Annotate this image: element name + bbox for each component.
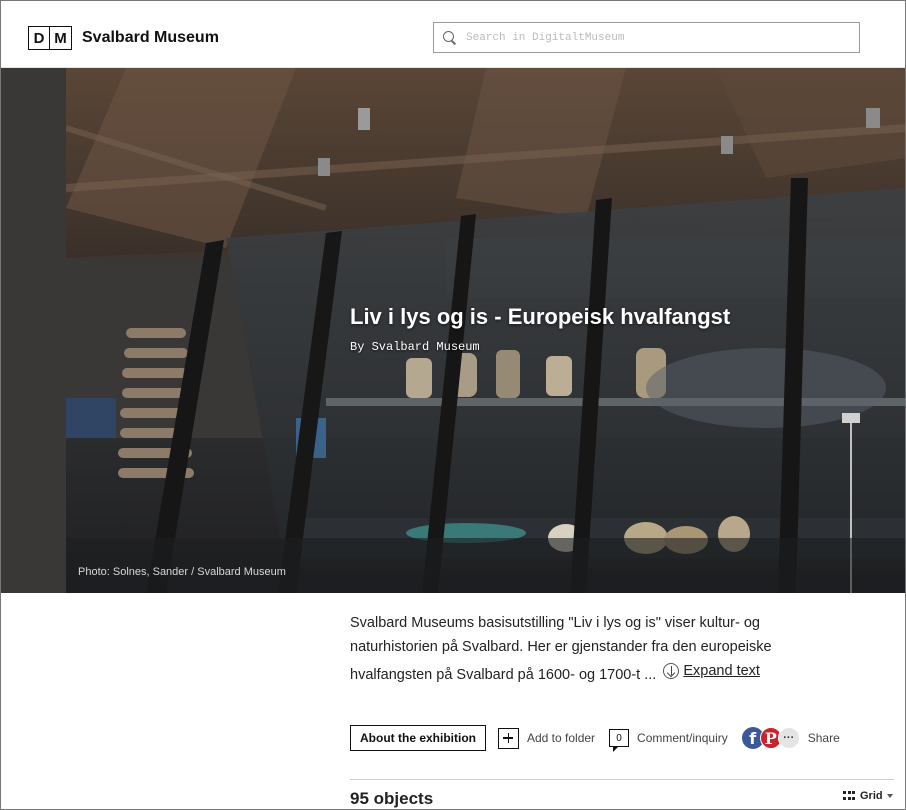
- comment-inquiry-label[interactable]: Comment/inquiry: [637, 731, 728, 745]
- logo-letter-m: M: [50, 26, 72, 50]
- site-logo[interactable]: D M Svalbard Museum: [28, 26, 219, 50]
- photo-credit: Photo: Solnes, Sander / Svalbard Museum: [78, 566, 286, 578]
- search-box[interactable]: [433, 22, 860, 53]
- share-label[interactable]: Share: [808, 731, 840, 745]
- add-to-folder-label[interactable]: Add to folder: [527, 731, 595, 745]
- about-exhibition-button[interactable]: About the exhibition: [350, 725, 486, 751]
- action-bar: About the exhibition Add to folder 0 Com…: [350, 725, 840, 752]
- hero-left-strip: [0, 68, 66, 593]
- exhibition-title: Liv i lys og is - Europeisk hvalfangst: [350, 304, 731, 329]
- exhibition-photo: [66, 68, 906, 593]
- exhibition-byline[interactable]: By Svalbard Museum: [350, 340, 480, 354]
- more-options-icon[interactable]: ···: [777, 727, 800, 749]
- search-icon: [442, 30, 458, 46]
- comment-icon[interactable]: 0: [609, 729, 630, 752]
- results-divider: [350, 779, 894, 780]
- plus-icon[interactable]: [498, 727, 519, 749]
- expand-text-button[interactable]: Expand text: [660, 659, 760, 683]
- expand-text-label: Expand text: [683, 663, 760, 679]
- brand-name[interactable]: Svalbard Museum: [82, 29, 219, 47]
- caret-down-icon: [886, 794, 893, 798]
- logo-letter-d: D: [28, 26, 50, 50]
- search-input[interactable]: [466, 31, 846, 44]
- hero-image: Liv i lys og is - Europeisk hvalfangst B…: [66, 68, 906, 593]
- object-count: 95 objects: [350, 789, 434, 808]
- view-label: Grid: [860, 790, 883, 802]
- site-header: D M Svalbard Museum: [0, 0, 906, 68]
- arrow-down-circle-icon: [663, 663, 680, 679]
- view-toggle[interactable]: Grid: [843, 790, 893, 802]
- grid-icon: [843, 790, 855, 802]
- exhibition-description: Svalbard Museums basisutstilling "Liv i …: [350, 611, 830, 687]
